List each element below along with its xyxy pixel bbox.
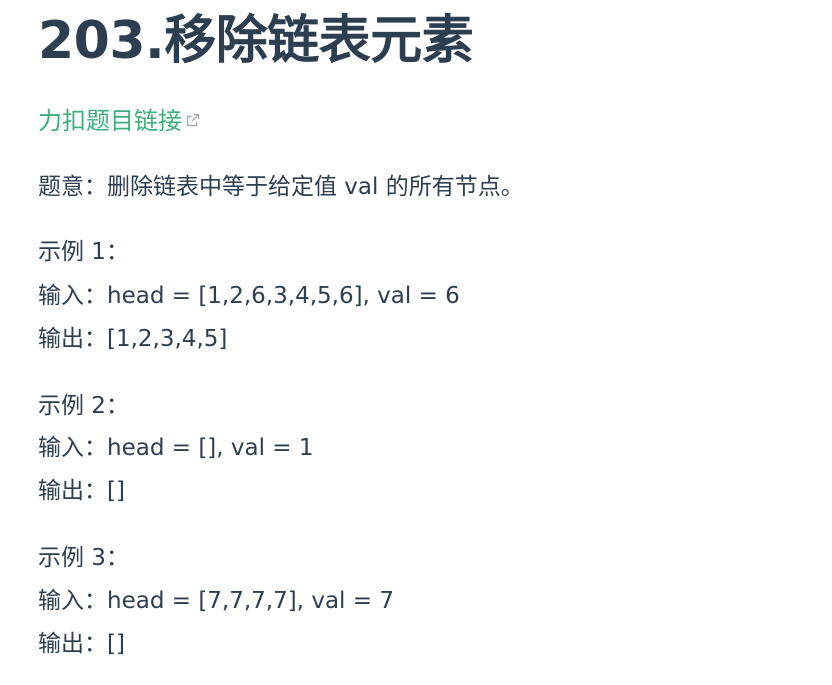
example-3-input: 输入：head = [7,7,7,7], val = 7 [38,588,394,614]
example-2-title: 示例 2： [38,393,129,419]
page-title: 203.移除链表元素 [38,11,474,71]
example-2-output: 输出：[] [38,478,125,504]
problem-link-label[interactable]: 力扣题目链接 [38,101,182,136]
problem-link[interactable]: 力扣题目链接 [38,100,201,136]
example-3-title: 示例 3： [38,545,129,571]
external-link-icon [185,112,201,128]
problem-description: 题意：删除链表中等于给定值 val 的所有节点。 [38,174,524,200]
example-2-input: 输入：head = [], val = 1 [38,435,314,461]
example-3-output: 输出：[] [38,631,125,657]
example-1-title: 示例 1： [38,239,129,265]
example-1-output: 输出：[1,2,3,4,5] [38,326,228,352]
example-1-input: 输入：head = [1,2,6,3,4,5,6], val = 6 [38,283,460,309]
